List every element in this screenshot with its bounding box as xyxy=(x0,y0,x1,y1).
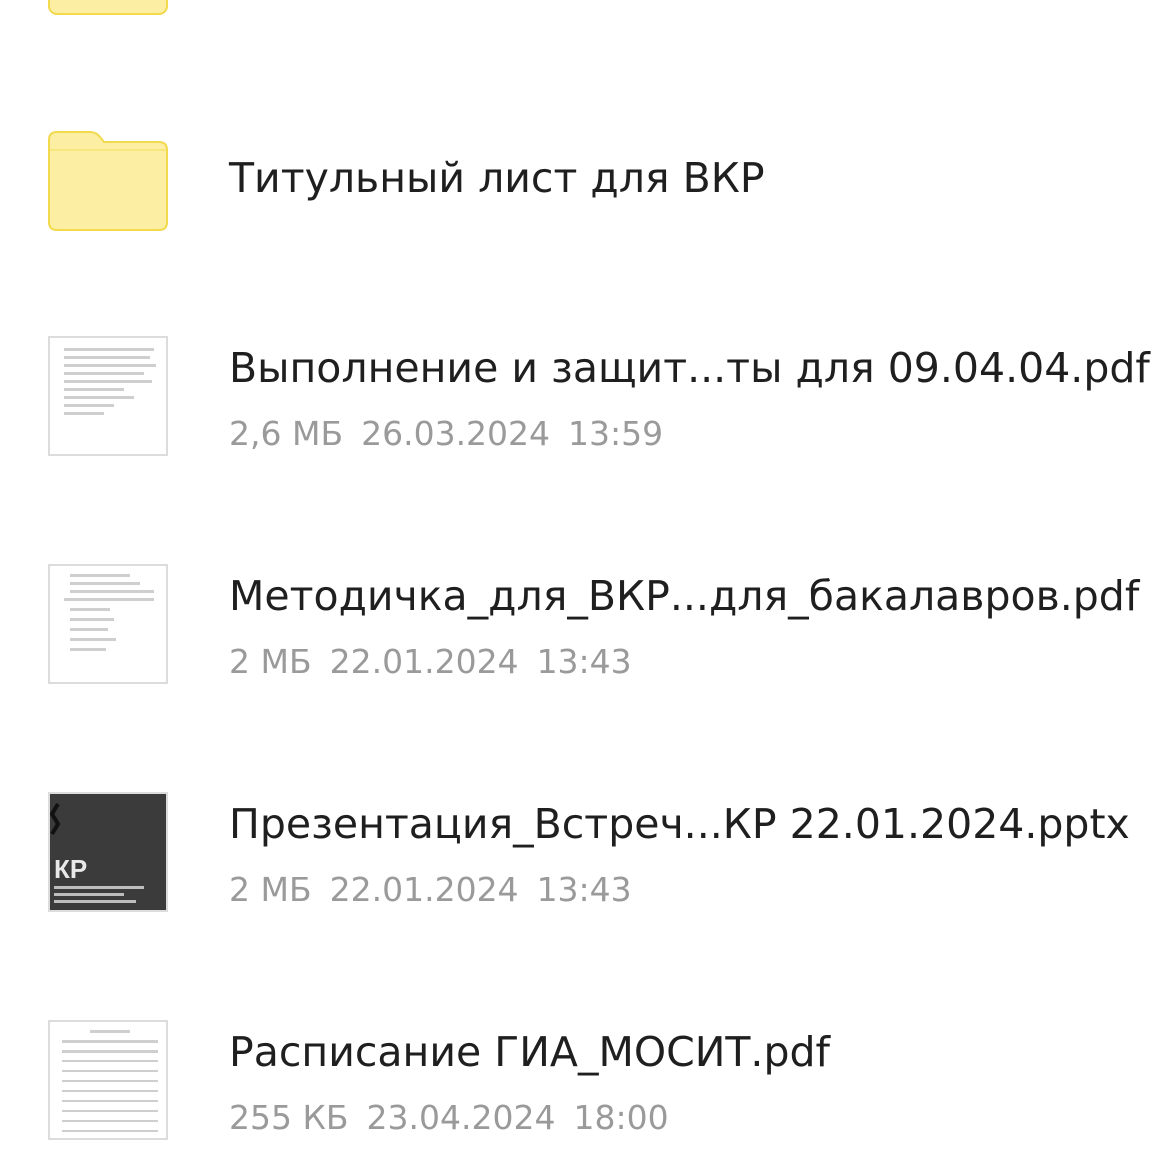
file-meta: 2,6 МБ 26.03.2024 13:59 xyxy=(229,414,663,453)
list-item-file[interactable]: Расписание ГИА_МОСИТ.pdf 255 КБ 23.04.202… xyxy=(0,1020,1170,1150)
list-item-folder[interactable]: Титульный лист для ВКР xyxy=(0,128,1170,238)
file-name: Методичка_для_ВКР...для_бакалавров.pdf xyxy=(229,572,1140,620)
file-list: Титульный лист для ВКР Выполнение и защи… xyxy=(0,0,1170,1170)
file-time: 13:43 xyxy=(536,642,632,681)
file-meta: 2 МБ 22.01.2024 13:43 xyxy=(229,870,632,909)
file-date: 22.01.2024 xyxy=(329,642,519,681)
pdf-thumbnail xyxy=(48,336,168,456)
file-date: 26.03.2024 xyxy=(361,414,551,453)
file-meta: 255 КБ 23.04.2024 18:00 xyxy=(229,1098,669,1137)
list-item-file[interactable]: КР Презентация_Встреч...КР 22.01.2024.pp… xyxy=(0,792,1170,922)
folder-icon xyxy=(48,128,168,232)
list-item-file[interactable]: Методичка_для_ВКР...для_бакалавров.pdf 2… xyxy=(0,564,1170,694)
file-size: 2,6 МБ xyxy=(229,414,344,453)
file-size: 255 КБ xyxy=(229,1098,349,1137)
file-size: 2 МБ xyxy=(229,870,312,909)
file-time: 13:59 xyxy=(568,414,664,453)
folder-name: Титульный лист для ВКР xyxy=(229,154,765,202)
file-name: Презентация_Встреч...КР 22.01.2024.pptx xyxy=(229,800,1130,848)
folder-icon xyxy=(48,0,168,16)
list-item-file[interactable]: Выполнение и защит...ты для 09.04.04.pdf… xyxy=(0,336,1170,466)
pdf-thumbnail xyxy=(48,564,168,684)
svg-text:КР: КР xyxy=(54,854,87,884)
file-meta: 2 МБ 22.01.2024 13:43 xyxy=(229,642,632,681)
file-name: Выполнение и защит...ты для 09.04.04.pdf xyxy=(229,344,1150,392)
file-time: 13:43 xyxy=(536,870,632,909)
file-time: 18:00 xyxy=(573,1098,669,1137)
file-date: 22.01.2024 xyxy=(329,870,519,909)
file-size: 2 МБ xyxy=(229,642,312,681)
list-item-folder-partial[interactable] xyxy=(0,0,1170,20)
pptx-thumbnail: КР xyxy=(48,792,168,912)
pdf-thumbnail xyxy=(48,1020,168,1140)
file-date: 23.04.2024 xyxy=(366,1098,556,1137)
file-name: Расписание ГИА_МОСИТ.pdf xyxy=(229,1028,830,1076)
